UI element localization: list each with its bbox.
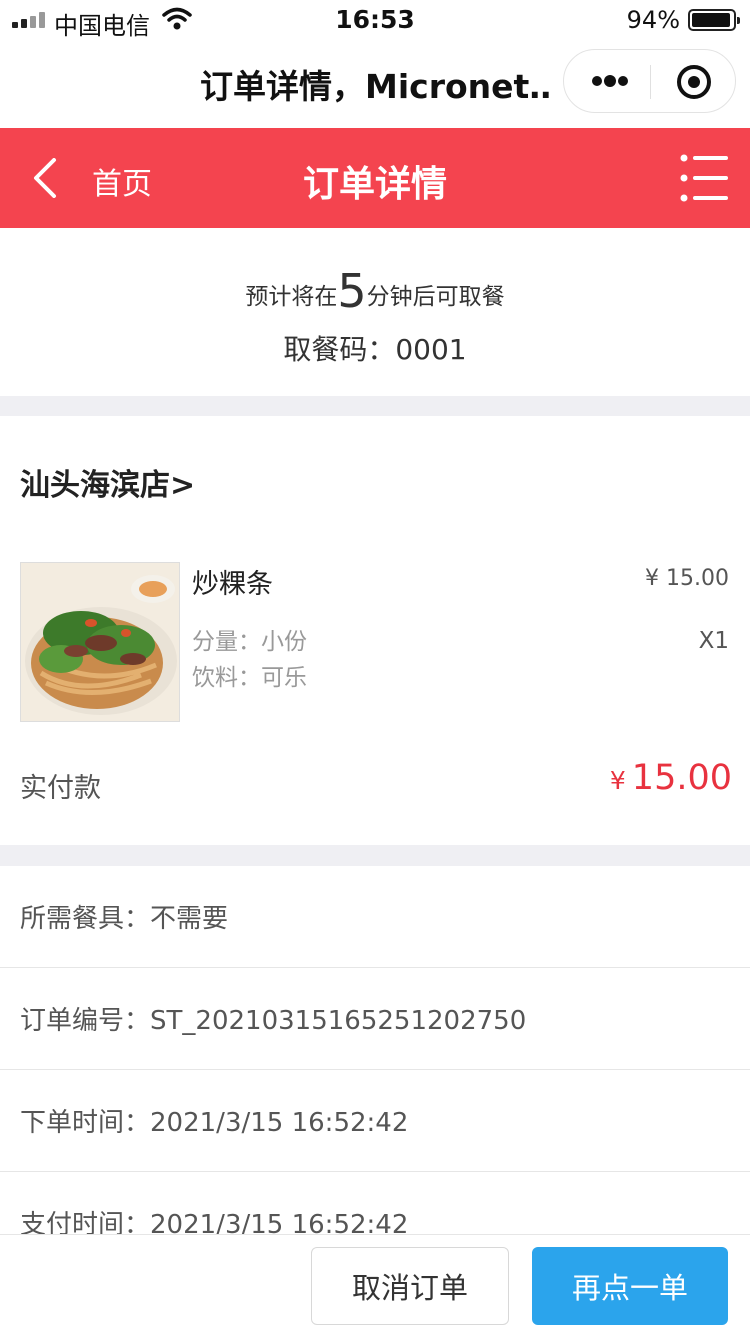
order-time-row: 下单时间：2021/3/15 16:52:42 xyxy=(0,1070,750,1172)
battery-percent: 94% xyxy=(626,6,680,34)
tableware-text: 所需餐具：不需要 xyxy=(20,898,228,935)
store-link[interactable]: 汕头海滨店> xyxy=(20,460,195,504)
battery-fill xyxy=(692,13,730,27)
order-number-row: 订单编号：ST_20210315165251202750 xyxy=(0,968,750,1070)
page-title: 订单详情 xyxy=(302,164,447,205)
section-divider xyxy=(0,845,750,866)
page-header: 首页 订单详情 xyxy=(0,128,750,228)
reorder-button[interactable]: 再点一单 xyxy=(532,1247,728,1325)
action-bar: 取消订单 再点一单 xyxy=(0,1234,750,1334)
mini-program-title: 订单详情，Micronet… xyxy=(200,67,550,106)
item-price: ¥ 15.00 xyxy=(645,566,729,591)
order-time-label: 下单时间： xyxy=(20,1108,151,1138)
pickup-code: 取餐码：0001 xyxy=(283,333,467,366)
item-image xyxy=(20,562,180,722)
item-drink: 饮料：可乐 xyxy=(192,665,307,691)
status-bar: 中国电信 16:53 94% xyxy=(0,0,750,40)
pickup-info: 预计将在5分钟后可取餐 取餐码：0001 xyxy=(0,228,750,396)
pickup-eta: 预计将在5分钟后可取餐 xyxy=(0,264,750,318)
paid-currency: ¥ xyxy=(609,766,626,795)
item-name: 炒粿条 xyxy=(192,569,273,600)
tableware-value: 不需要 xyxy=(150,904,229,934)
mini-program-bar: 订单详情，Micronet… xyxy=(0,40,750,128)
more-icon[interactable] xyxy=(590,69,630,93)
mini-program-capsule xyxy=(563,49,736,113)
tableware-label: 所需餐具： xyxy=(20,904,151,934)
menu-icon[interactable] xyxy=(680,153,730,203)
paid-amount-value: 15.00 xyxy=(631,758,732,798)
eta-suffix: 分钟后可取餐 xyxy=(366,284,505,310)
close-target-icon[interactable] xyxy=(676,64,712,100)
paid-label: 实付款 xyxy=(20,773,101,804)
paid-amount: ¥15.00 xyxy=(610,758,732,798)
tableware-row: 所需餐具：不需要 xyxy=(0,866,750,968)
eta-minutes: 5 xyxy=(337,264,367,318)
item-quantity: X1 xyxy=(698,628,729,654)
eta-prefix: 预计将在 xyxy=(245,284,338,310)
order-time-text: 下单时间：2021/3/15 16:52:42 xyxy=(20,1102,408,1139)
order-number-text: 订单编号：ST_20210315165251202750 xyxy=(20,1000,526,1037)
battery-icon xyxy=(688,9,740,31)
order-number-label: 订单编号： xyxy=(20,1006,151,1036)
item-portion: 分量：小份 xyxy=(192,629,307,655)
order-number-value: ST_20210315165251202750 xyxy=(150,1006,527,1036)
section-divider xyxy=(0,396,750,416)
order-time-value: 2021/3/15 16:52:42 xyxy=(150,1108,409,1138)
cancel-order-button[interactable]: 取消订单 xyxy=(311,1247,509,1325)
